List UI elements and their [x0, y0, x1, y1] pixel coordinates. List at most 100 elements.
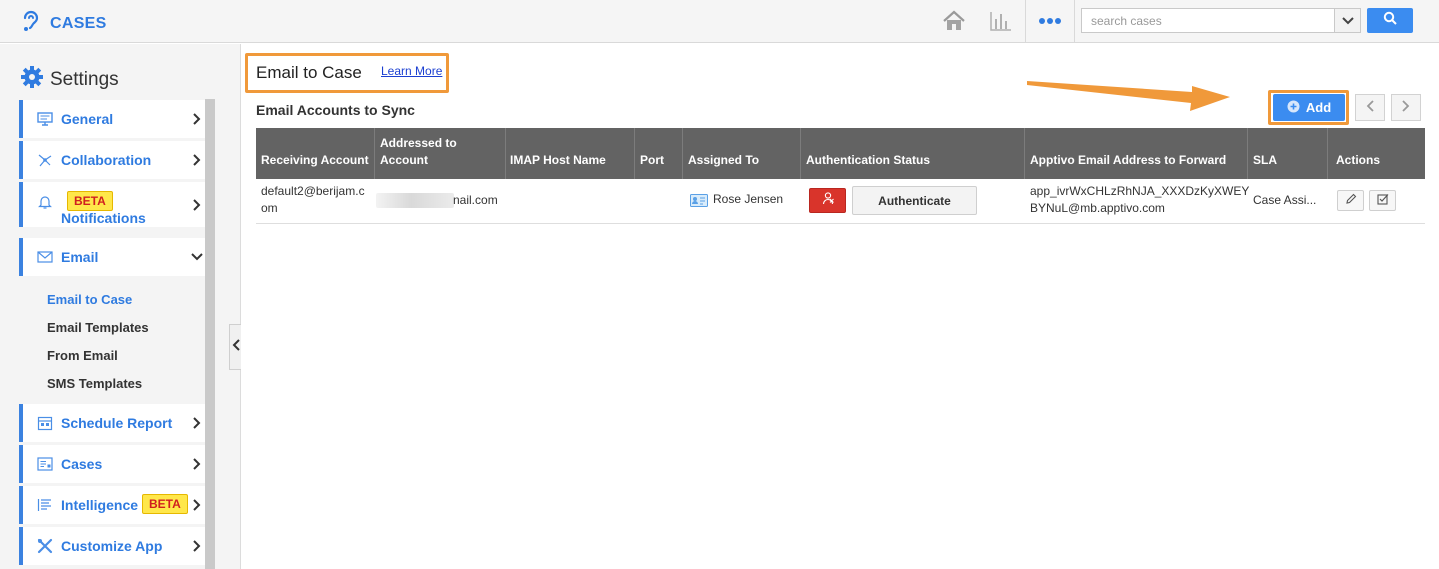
tools-icon	[36, 537, 54, 555]
receiving-account-cell: default2@berijam.com	[261, 184, 365, 215]
text-lines-icon	[36, 496, 54, 514]
chevron-down-icon	[1341, 12, 1354, 30]
column-header[interactable]: Authentication Status	[806, 128, 1021, 179]
app-brand[interactable]: CASES	[20, 9, 107, 38]
column-header[interactable]: Addressed to Account	[380, 128, 500, 179]
sidebar-subitem-sms-templates[interactable]: SMS Templates	[47, 376, 142, 391]
column-divider	[374, 128, 375, 179]
chevron-left-icon	[232, 338, 240, 356]
column-divider	[1327, 128, 1328, 179]
sidebar-item-general[interactable]: General	[19, 100, 206, 138]
sidebar-item-label: Intelligence	[61, 497, 139, 513]
forward-address-cell: app_ivrWxCHLzRhNJA_XXXDzKyXWEYBYNuL@mb.a…	[1030, 184, 1250, 215]
table-row: default2@berijam.com nail.com Rose Jense…	[256, 179, 1425, 224]
sidebar-item-customize-app[interactable]: Customize App	[19, 527, 206, 565]
previous-page-button[interactable]	[1355, 94, 1385, 121]
chevron-right-icon	[191, 198, 203, 212]
redacted-text	[376, 193, 454, 208]
next-page-button[interactable]	[1391, 94, 1421, 121]
chevron-right-icon	[191, 498, 203, 512]
sidebar-scrollbar[interactable]	[205, 99, 215, 569]
addressed-to-cell: nail.com	[453, 193, 498, 207]
top-bar: CASES	[0, 0, 1439, 43]
chevron-right-icon	[191, 153, 203, 167]
user-warning-icon	[821, 191, 835, 210]
learn-more-link[interactable]: Learn More	[381, 64, 442, 78]
plus-circle-icon	[1287, 100, 1300, 116]
sidebar-item-cases[interactable]: Cases	[19, 445, 206, 483]
settings-header: Settings	[20, 65, 119, 94]
authenticate-button[interactable]: Authenticate	[852, 186, 977, 215]
search-button[interactable]	[1367, 8, 1413, 33]
sidebar-item-email[interactable]: Email	[19, 238, 206, 276]
search-input[interactable]	[1082, 9, 1334, 32]
chevron-right-icon	[1402, 99, 1410, 117]
column-header: Actions	[1336, 153, 1381, 167]
sidebar-subitem-email-to-case[interactable]: Email to Case	[47, 292, 132, 307]
sidebar-item-label: Notifications	[61, 210, 146, 226]
sidebar-collapse-toggle[interactable]	[229, 324, 241, 370]
section-title: Email Accounts to Sync	[256, 102, 415, 118]
bell-icon	[36, 193, 54, 211]
top-divider	[1074, 0, 1075, 43]
column-header[interactable]: Receiving Account	[261, 128, 373, 179]
column-header[interactable]: IMAP Host Name	[510, 128, 630, 179]
search-icon	[1383, 11, 1397, 30]
column-header[interactable]: Port	[640, 128, 680, 179]
page-title: Email to Case	[256, 63, 362, 82]
chevron-down-icon	[191, 250, 203, 264]
add-button-label: Add	[1305, 100, 1332, 115]
envelope-icon	[36, 248, 54, 266]
search-box	[1081, 8, 1361, 33]
sidebar-item-collaboration[interactable]: Collaboration	[19, 141, 206, 179]
pencil-icon	[1345, 192, 1357, 210]
checkbox-icon	[1376, 192, 1389, 210]
beta-badge: BETA	[142, 494, 188, 514]
gear-icon	[20, 65, 44, 94]
column-header[interactable]: Assigned To	[688, 128, 798, 179]
chevron-right-icon	[191, 539, 203, 553]
sidebar-item-label: Email	[61, 249, 99, 265]
calendar-icon	[36, 414, 54, 432]
app-name: CASES	[50, 14, 107, 32]
search-scope-dropdown[interactable]	[1334, 9, 1360, 32]
column-divider	[1247, 128, 1248, 179]
settings-sidebar: Settings General Collaboration BETA Noti…	[0, 44, 241, 569]
chevron-right-icon	[191, 112, 203, 126]
table-header: Receiving Account Addressed to Account I…	[256, 128, 1425, 179]
annotation-arrow-icon	[1027, 81, 1230, 111]
sidebar-item-label: Cases	[61, 456, 103, 472]
column-header[interactable]: Apptivo Email Address to Forward	[1030, 128, 1245, 179]
edit-button[interactable]	[1337, 190, 1364, 211]
settings-title: Settings	[50, 68, 119, 90]
contact-card-icon	[690, 194, 708, 207]
sidebar-item-schedule-report[interactable]: Schedule Report	[19, 404, 206, 442]
column-divider	[505, 128, 506, 179]
home-icon[interactable]	[941, 8, 967, 34]
add-button[interactable]: Add	[1273, 94, 1345, 121]
column-divider	[634, 128, 635, 179]
column-divider	[682, 128, 683, 179]
sidebar-item-notifications[interactable]: BETA Notifications	[19, 182, 206, 227]
chevron-left-icon	[1366, 99, 1374, 117]
chevron-right-icon	[191, 416, 203, 430]
sidebar-item-label: Customize App	[61, 538, 163, 554]
sidebar-item-intelligence[interactable]: Intelligence BETA	[19, 486, 206, 524]
sidebar-item-label: Collaboration	[61, 152, 152, 168]
beta-badge: BETA	[67, 191, 113, 211]
column-header[interactable]: SLA	[1253, 128, 1323, 179]
sidebar-subitem-from-email[interactable]: From Email	[47, 348, 118, 363]
ear-support-icon	[20, 9, 42, 38]
bar-chart-icon[interactable]	[988, 8, 1014, 34]
assigned-to-cell[interactable]: Rose Jensen	[713, 191, 783, 208]
network-icon	[36, 151, 54, 169]
chevron-right-icon	[191, 457, 203, 471]
select-button[interactable]	[1369, 190, 1396, 211]
more-dots-icon[interactable]	[1037, 8, 1063, 34]
monitor-icon	[36, 110, 54, 128]
sla-cell: Case Assi...	[1253, 193, 1317, 207]
sidebar-subitem-email-templates[interactable]: Email Templates	[47, 320, 149, 335]
column-divider	[800, 128, 801, 179]
sidebar-item-label: General	[61, 111, 114, 127]
sidebar-item-label: Schedule Report	[61, 415, 173, 431]
